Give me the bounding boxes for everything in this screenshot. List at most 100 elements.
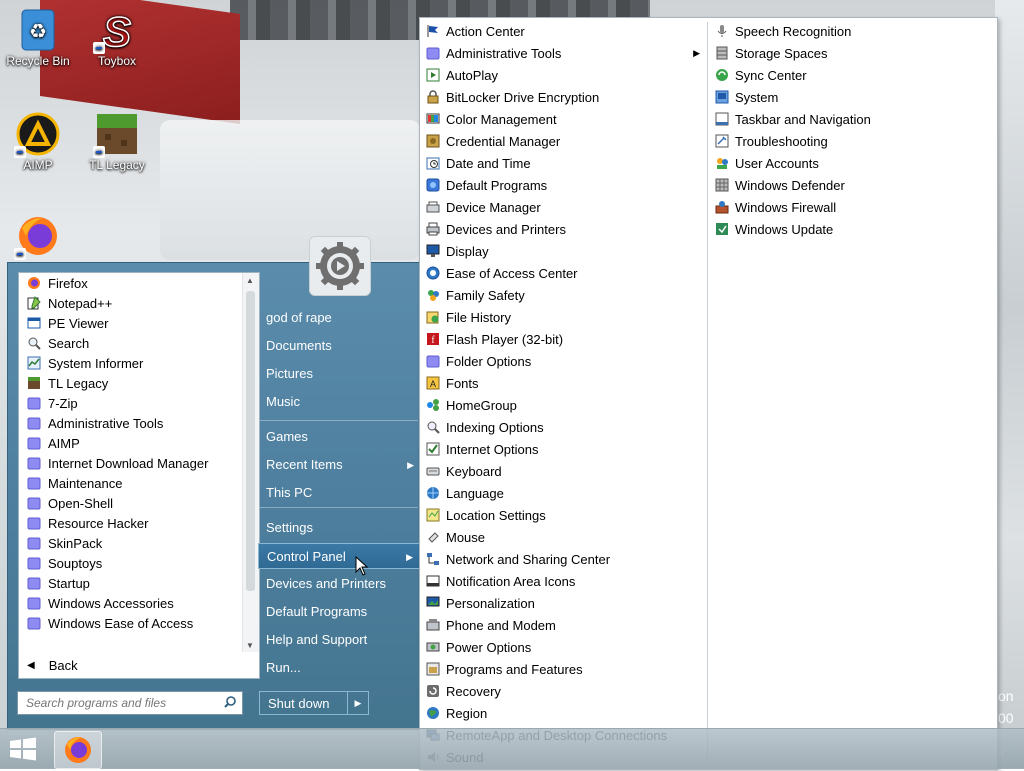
control-panel-item[interactable]: System: [709, 86, 995, 108]
program-item[interactable]: Administrative Tools: [19, 413, 243, 433]
shutdown-button[interactable]: Shut down ▶: [259, 691, 369, 715]
update-icon: [714, 222, 729, 237]
control-panel-item[interactable]: User Accounts: [709, 152, 995, 174]
start-right-item[interactable]: Settings: [258, 515, 420, 541]
program-item[interactable]: System Informer: [19, 353, 243, 373]
control-panel-item-label: Administrative Tools: [446, 45, 562, 61]
control-panel-item[interactable]: Notification Area Icons: [420, 570, 706, 592]
control-panel-item[interactable]: BitLocker Drive Encryption: [420, 86, 706, 108]
start-right-item[interactable]: Recent Items ▶: [258, 452, 420, 478]
program-item[interactable]: Internet Download Manager: [19, 453, 243, 473]
control-panel-item[interactable]: Phone and Modem: [420, 614, 706, 636]
programs-scrollbar[interactable]: ▲ ▼: [242, 273, 259, 653]
start-right-item[interactable]: This PC: [258, 480, 420, 506]
start-right-item[interactable]: Control Panel ▶: [258, 543, 420, 569]
start-right-item[interactable]: Music: [258, 389, 420, 415]
desktop-icon-firefox[interactable]: ➦: [0, 214, 76, 260]
shutdown-options-arrow-icon[interactable]: ▶: [347, 692, 368, 714]
control-panel-item[interactable]: Action Center: [420, 20, 706, 42]
program-item[interactable]: SkinPack: [19, 533, 243, 553]
desktop-icon-aimp[interactable]: ➦ AIMP: [0, 112, 76, 172]
program-item[interactable]: Startup: [19, 573, 243, 593]
program-item[interactable]: Firefox: [19, 273, 243, 293]
start-right-item[interactable]: Default Programs: [258, 599, 420, 625]
taskbar-firefox-button[interactable]: [54, 731, 102, 769]
control-panel-item[interactable]: HomeGroup: [420, 394, 706, 416]
region-icon: [425, 706, 440, 721]
program-item[interactable]: Windows Accessories: [19, 593, 243, 613]
program-item[interactable]: 7-Zip: [19, 393, 243, 413]
control-panel-item[interactable]: Windows Update: [709, 218, 995, 240]
program-item[interactable]: TL Legacy: [19, 373, 243, 393]
control-panel-item[interactable]: Storage Spaces: [709, 42, 995, 64]
control-panel-item[interactable]: Default Programs: [420, 174, 706, 196]
start-right-item[interactable]: Help and Support: [258, 627, 420, 653]
desktop-icon-recycle-bin[interactable]: ♻ Recycle Bin: [0, 8, 76, 68]
control-panel-item[interactable]: Display: [420, 240, 706, 262]
start-right-item[interactable]: Games: [258, 424, 420, 450]
control-panel-item[interactable]: Color Management: [420, 108, 706, 130]
control-panel-item[interactable]: Keyboard: [420, 460, 706, 482]
control-panel-item[interactable]: Sync Center: [709, 64, 995, 86]
control-panel-item[interactable]: Folder Options: [420, 350, 706, 372]
control-panel-item[interactable]: Administrative Tools ▶: [420, 42, 706, 64]
program-item[interactable]: PE Viewer: [19, 313, 243, 333]
control-panel-item[interactable]: Devices and Printers: [420, 218, 706, 240]
start-right-item-label: Help and Support: [266, 632, 368, 647]
control-panel-item[interactable]: Device Manager: [420, 196, 706, 218]
control-panel-item[interactable]: Network and Sharing Center: [420, 548, 706, 570]
control-panel-item[interactable]: Credential Manager: [420, 130, 706, 152]
user-avatar[interactable]: [309, 236, 371, 296]
scroll-up-icon[interactable]: ▲: [246, 276, 254, 285]
control-panel-item[interactable]: Ease of Access Center: [420, 262, 706, 284]
program-item[interactable]: Souptoys: [19, 553, 243, 573]
desktop-icon-tl-legacy[interactable]: ➦ TL Legacy: [79, 112, 155, 172]
control-panel-item[interactable]: File History: [420, 306, 706, 328]
control-panel-item[interactable]: Windows Defender: [709, 174, 995, 196]
control-panel-item[interactable]: Indexing Options: [420, 416, 706, 438]
control-panel-item[interactable]: Troubleshooting: [709, 130, 995, 152]
scrollbar-thumb[interactable]: [246, 291, 255, 591]
control-panel-item[interactable]: Speech Recognition: [709, 20, 995, 42]
control-panel-item[interactable]: Taskbar and Navigation: [709, 108, 995, 130]
program-item[interactable]: Resource Hacker: [19, 513, 243, 533]
search-input[interactable]: [24, 694, 218, 712]
control-panel-item[interactable]: Location Settings: [420, 504, 706, 526]
control-panel-item[interactable]: Power Options: [420, 636, 706, 658]
control-panel-item[interactable]: Family Safety: [420, 284, 706, 306]
program-item[interactable]: AIMP: [19, 433, 243, 453]
tl-legacy-icon: ➦: [93, 112, 139, 158]
start-right-item[interactable]: Documents: [258, 333, 420, 359]
control-panel-item[interactable]: Date and Time: [420, 152, 706, 174]
control-panel-item[interactable]: Windows Firewall: [709, 196, 995, 218]
control-panel-item-label: Indexing Options: [446, 419, 544, 435]
program-item[interactable]: Open-Shell: [19, 493, 243, 513]
scroll-down-icon[interactable]: ▼: [246, 641, 254, 650]
control-panel-item[interactable]: Language: [420, 482, 706, 504]
program-item[interactable]: Notepad++: [19, 293, 243, 313]
control-panel-item[interactable]: Recovery: [420, 680, 706, 702]
start-right-item[interactable]: god of rape: [258, 305, 420, 331]
desktop-icon-toybox[interactable]: S ➦ Toybox: [79, 7, 155, 68]
control-panel-item[interactable]: Mouse: [420, 526, 706, 548]
start-right-item[interactable]: Pictures: [258, 361, 420, 387]
start-right-item[interactable]: Devices and Printers: [258, 571, 420, 597]
start-right-item[interactable]: Run...: [258, 655, 420, 681]
control-panel-item[interactable]: Internet Options: [420, 438, 706, 460]
shortcut-arrow-icon: ➦: [14, 146, 26, 158]
program-item[interactable]: Maintenance: [19, 473, 243, 493]
control-panel-item[interactable]: f Flash Player (32-bit): [420, 328, 706, 350]
control-panel-item[interactable]: Personalization: [420, 592, 706, 614]
control-panel-item[interactable]: Region: [420, 702, 706, 724]
search-icon[interactable]: [224, 696, 236, 708]
control-panel-item[interactable]: A Fonts: [420, 372, 706, 394]
program-item[interactable]: Search: [19, 333, 243, 353]
control-panel-item[interactable]: Programs and Features: [420, 658, 706, 680]
program-item[interactable]: Windows Ease of Access: [19, 613, 243, 633]
start-button[interactable]: [6, 735, 40, 763]
program-label: TL Legacy: [48, 375, 109, 391]
back-button[interactable]: ◀ Back: [18, 652, 260, 679]
control-panel-item[interactable]: AutoPlay: [420, 64, 706, 86]
program-label: PE Viewer: [48, 315, 109, 331]
search-box[interactable]: [17, 691, 243, 715]
